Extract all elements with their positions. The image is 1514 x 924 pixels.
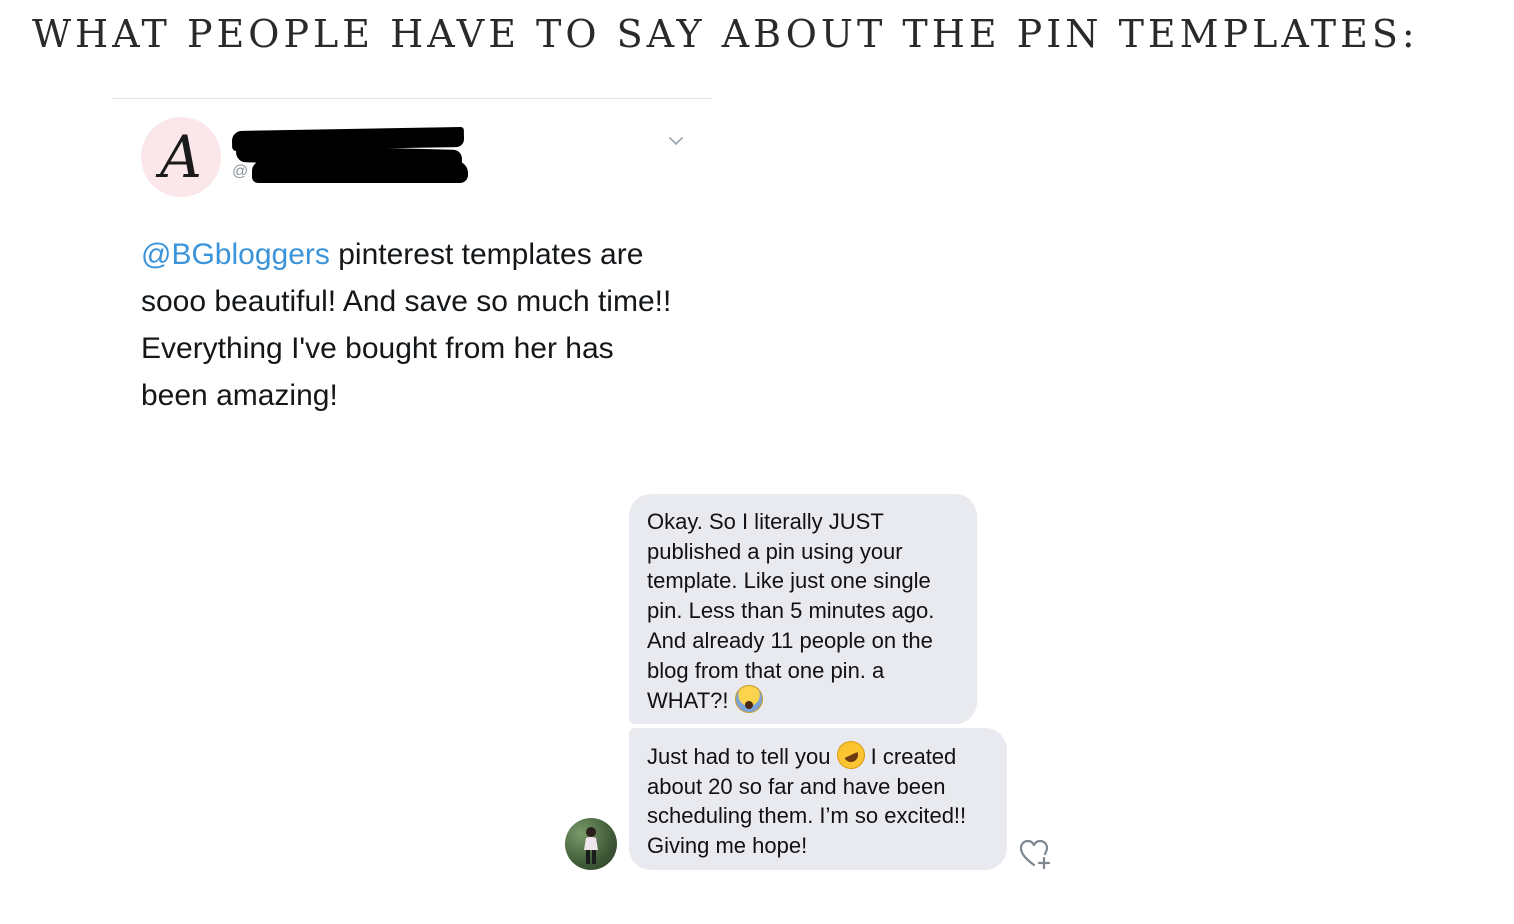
avatar[interactable]: A [141, 117, 221, 197]
message-text: Okay. So I literally JUST published a pi… [647, 509, 935, 714]
heart-add-icon[interactable] [1018, 838, 1054, 870]
redaction-mark [252, 161, 468, 183]
tweet-handle: @ [232, 163, 249, 180]
message-bubble: Just had to tell you I created about 20 … [629, 728, 1007, 870]
tweet-text: @BGbloggers pinterest templates are sooo… [141, 231, 681, 419]
chevron-down-icon[interactable] [668, 133, 684, 149]
page-title: WHAT PEOPLE HAVE TO SAY ABOUT THE PIN TE… [32, 12, 1419, 56]
face-screaming-in-fear-icon [734, 685, 763, 714]
avatar[interactable] [565, 818, 617, 870]
person-icon [584, 827, 598, 864]
message-bubble: Okay. So I literally JUST published a pi… [629, 494, 977, 724]
message-text: Just had to tell you [647, 744, 837, 769]
tweet-card: A @ @BGbloggers pinterest templates are … [112, 98, 712, 439]
avatar-letter: A [160, 123, 202, 191]
mention-link[interactable]: @BGbloggers [141, 238, 330, 271]
